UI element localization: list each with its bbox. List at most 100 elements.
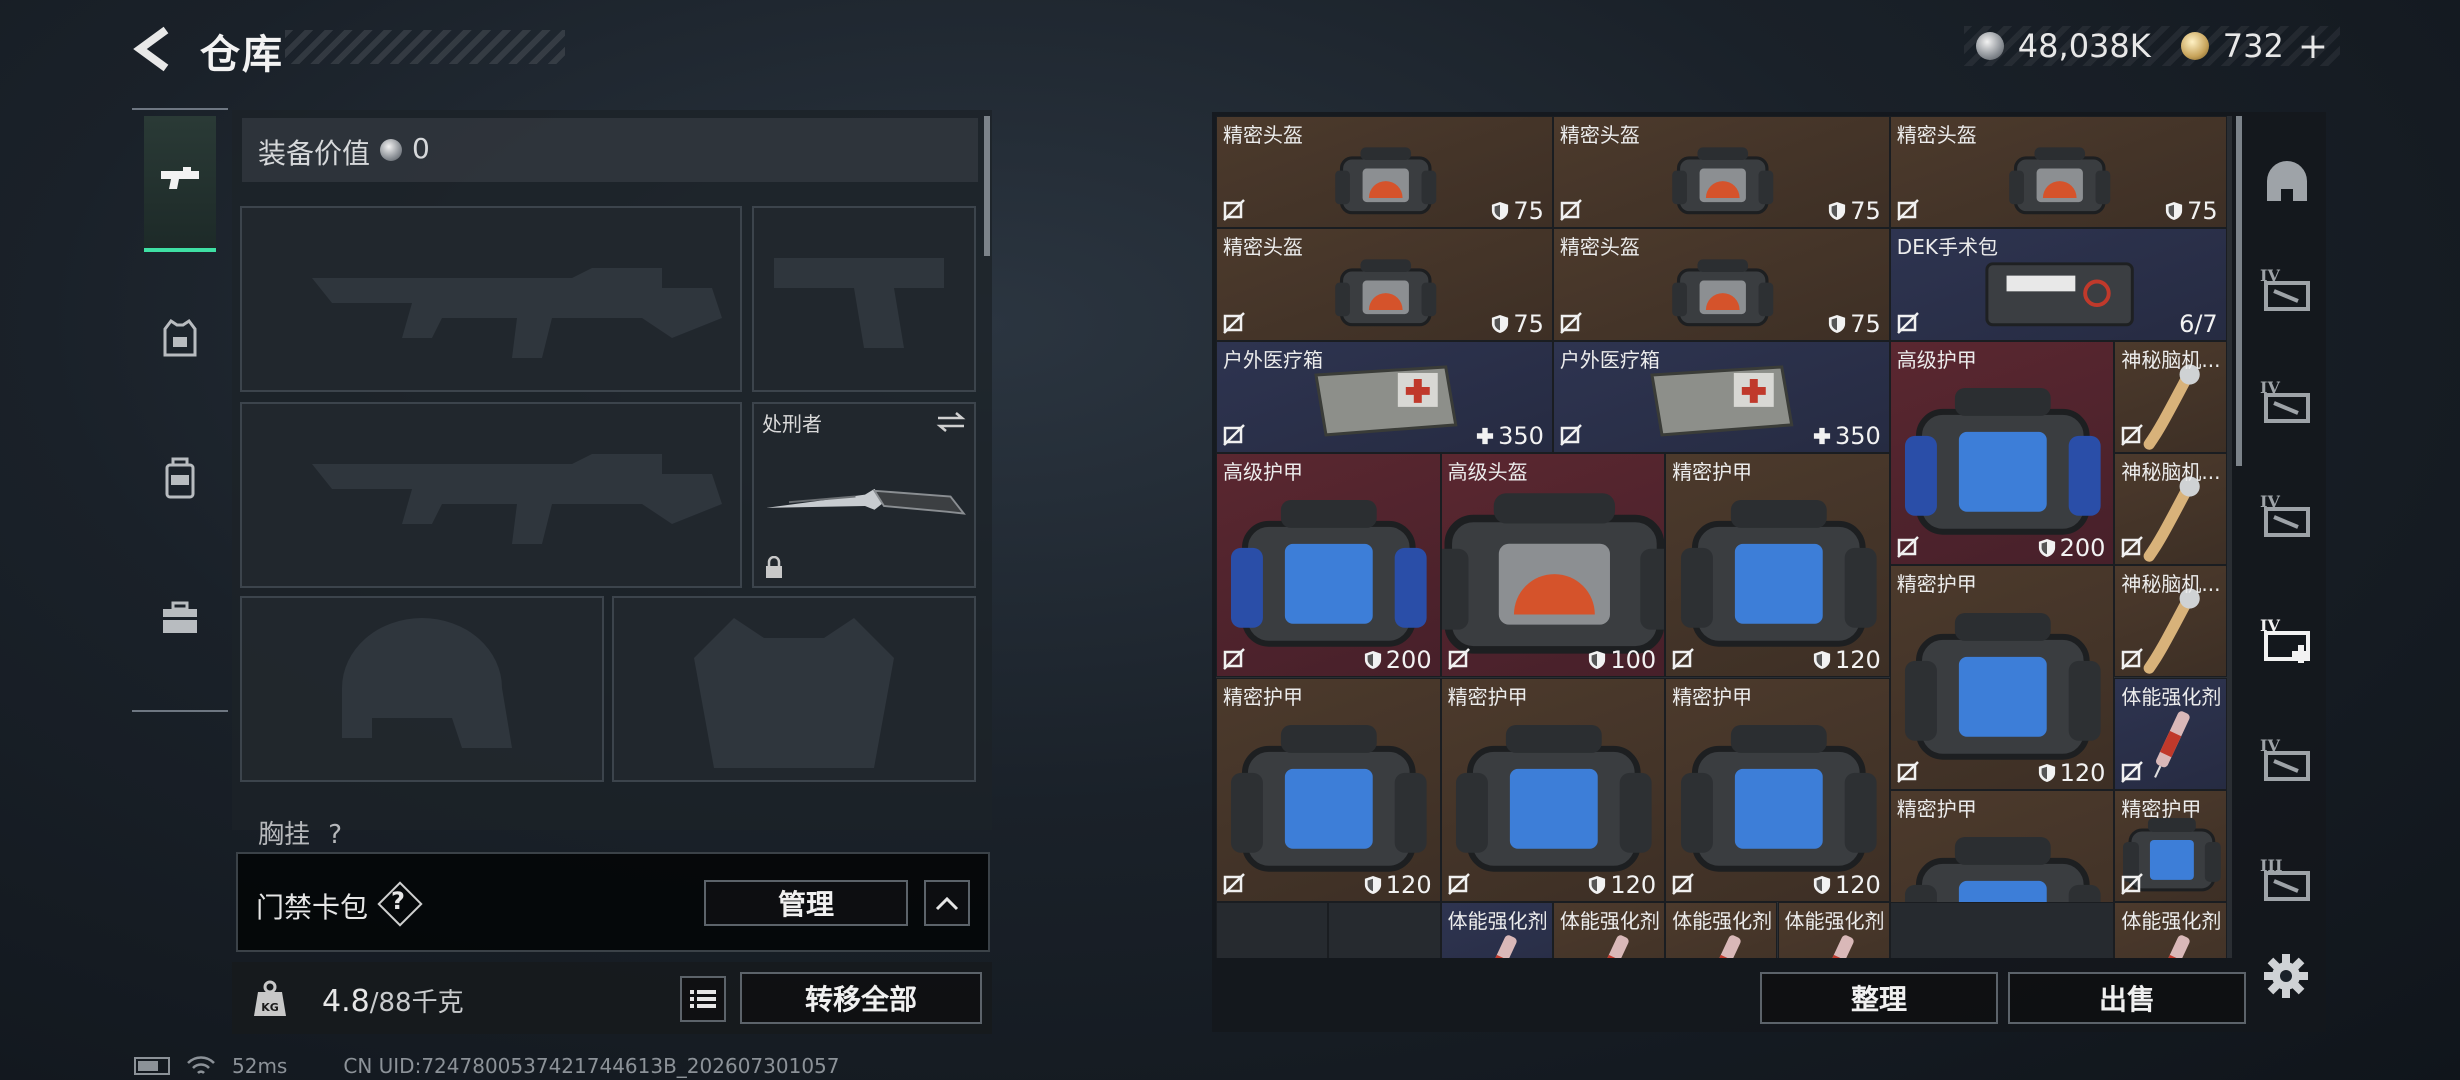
- filter-tier4-medical[interactable]: IV: [2258, 612, 2316, 670]
- filter-tier4-weapon-b[interactable]: IV: [2258, 374, 2316, 432]
- stash-item[interactable]: 体能强化剂: [2114, 677, 2227, 790]
- no-insure-flag: [1896, 536, 1919, 559]
- stash-item[interactable]: 精密护甲 120: [1665, 677, 1890, 903]
- no-insure-flag: [1896, 311, 1919, 334]
- tab-backpack[interactable]: [144, 410, 216, 546]
- no-insure-icon: [1560, 424, 1582, 446]
- stash-item[interactable]: 体能强化剂: [1665, 902, 1778, 958]
- stash-item[interactable]: 精密头盔 75: [1552, 116, 1890, 229]
- card-pack-help: ?: [391, 887, 405, 915]
- item-name: 精密护甲: [2121, 796, 2202, 821]
- list-view-button[interactable]: [680, 976, 726, 1022]
- uid-text: CN UID:7247800537421744613B_202607301057: [343, 1054, 840, 1078]
- add-gold-button[interactable]: +: [2298, 26, 2328, 67]
- gear-icon[interactable]: [2262, 952, 2310, 1000]
- back-button[interactable]: [130, 24, 180, 74]
- no-insure-icon: [2121, 536, 2144, 559]
- stash-item[interactable]: 神秘脑机...: [2114, 340, 2227, 453]
- stash-item[interactable]: 体能强化剂: [1777, 902, 1890, 958]
- sell-button[interactable]: 出售: [2008, 972, 2246, 1024]
- stash-item[interactable]: 户外医疗箱 350: [1216, 340, 1553, 453]
- chest-rig-text: 胸挂: [258, 820, 311, 850]
- primary-weapon-slot[interactable]: [240, 206, 742, 392]
- ammo-crate-icon: IV: [2260, 736, 2310, 781]
- stash-item[interactable]: 精密头盔 75: [1889, 116, 2227, 229]
- filter-tier4-weapon-c[interactable]: IV: [2258, 488, 2316, 546]
- no-insure-icon: [1560, 199, 1582, 222]
- brain-chip-icon: [2143, 588, 2201, 675]
- filter-tier3-misc[interactable]: III: [2258, 852, 2316, 910]
- item-name: 精密头盔: [1223, 235, 1303, 260]
- item-value: 75: [1828, 197, 1881, 225]
- collapse-button[interactable]: [924, 880, 970, 926]
- weapon-crate-icon: IV: [2260, 266, 2310, 311]
- no-insure-flag: [2121, 873, 2144, 895]
- tab-medkit[interactable]: [144, 550, 216, 686]
- medical-crate-icon: IV: [2260, 616, 2310, 663]
- no-insure-flag: [1672, 648, 1695, 671]
- no-insure-flag: [1447, 648, 1470, 671]
- status-line: 52ms CN UID:7247800537421744613B_2026073…: [134, 1054, 840, 1078]
- body-armor-slot[interactable]: [612, 596, 976, 782]
- no-insure-icon: [1896, 760, 1919, 783]
- stash-item[interactable]: 神秘脑机...: [2114, 452, 2227, 566]
- durability-icon: [2038, 539, 2055, 558]
- stash-item[interactable]: 神秘脑机...: [2114, 565, 2227, 678]
- manage-button[interactable]: 管理: [704, 880, 908, 926]
- filter-tier4-ammo[interactable]: IV: [2258, 732, 2316, 790]
- category-rail: [132, 108, 228, 712]
- stash-item[interactable]: 精密护甲 120: [1665, 452, 1890, 678]
- item-name: 精密头盔: [1223, 123, 1303, 147]
- swap-icon[interactable]: [936, 412, 966, 432]
- stash-item[interactable]: 高级头盔 100: [1440, 452, 1666, 678]
- svg-text:KG: KG: [261, 1001, 279, 1014]
- empty-slot[interactable]: [1216, 902, 1329, 958]
- gold-coin-icon: [2180, 32, 2209, 60]
- stash-item[interactable]: 精密护甲: [2114, 789, 2227, 903]
- weight-max: /88千克: [369, 988, 464, 1018]
- tab-armor[interactable]: [144, 270, 216, 406]
- stash-item[interactable]: 精密头盔 75: [1216, 116, 1553, 229]
- stash-item[interactable]: 体能强化剂: [1552, 902, 1666, 958]
- sort-button[interactable]: 整理: [1760, 972, 1998, 1024]
- tab-weapons[interactable]: [144, 116, 216, 252]
- item-name: 精密护甲: [1672, 684, 1753, 709]
- stash-scrollbar[interactable]: [2236, 116, 2242, 466]
- stash-item[interactable]: 精密头盔 75: [1552, 228, 1890, 341]
- durability-icon: [1364, 876, 1381, 895]
- vest-icon: [163, 318, 197, 357]
- helmet-slot[interactable]: [240, 596, 604, 782]
- item-value: 120: [1813, 646, 1881, 674]
- filter-all[interactable]: [2258, 152, 2316, 210]
- no-insure-flag: [1560, 424, 1582, 446]
- stash-item[interactable]: 精密头盔 75: [1216, 228, 1553, 341]
- stash-item[interactable]: 高级护甲 200: [1889, 340, 2115, 566]
- no-insure-flag: [1560, 199, 1582, 222]
- item-value: 75: [1491, 197, 1544, 225]
- empty-slot[interactable]: [1328, 902, 1441, 958]
- equipment-scrollbar[interactable]: [984, 116, 990, 256]
- stash-item[interactable]: 精密护甲 120: [1216, 677, 1441, 903]
- durability-icon: [1492, 314, 1509, 333]
- item-value-text: 350: [1498, 421, 1544, 450]
- stash-item[interactable]: 精密护甲 120: [1889, 565, 2115, 790]
- secondary-weapon-slot[interactable]: [240, 402, 742, 588]
- bag-art-icon: [1671, 147, 1773, 215]
- stash-item[interactable]: 高级护甲 200: [1216, 452, 1441, 678]
- item-value: 120: [1588, 871, 1656, 899]
- no-insure-flag: [2121, 648, 2144, 671]
- transfer-all-button[interactable]: 转移全部: [740, 972, 982, 1024]
- lock-icon: [766, 556, 782, 578]
- filter-tier4-weapon-a[interactable]: IV: [2258, 262, 2316, 320]
- stash-item[interactable]: 户外医疗箱 350: [1552, 340, 1890, 453]
- melee-slot[interactable]: 处刑者: [752, 402, 976, 588]
- sidearm-slot[interactable]: [752, 206, 976, 392]
- stash-item[interactable]: 精密护甲 120: [1440, 677, 1666, 903]
- stash-item[interactable]: 体能强化剂: [2114, 902, 2227, 958]
- stash-item[interactable]: 体能强化剂: [1440, 902, 1553, 958]
- armor-silhouette-icon: [694, 618, 894, 768]
- heal-plus-icon: [1476, 427, 1494, 444]
- weight-kg-icon: KG: [254, 980, 286, 1016]
- stash-item[interactable]: DEK手术包 6/7: [1889, 228, 2227, 341]
- empty-slot[interactable]: [1889, 902, 2115, 958]
